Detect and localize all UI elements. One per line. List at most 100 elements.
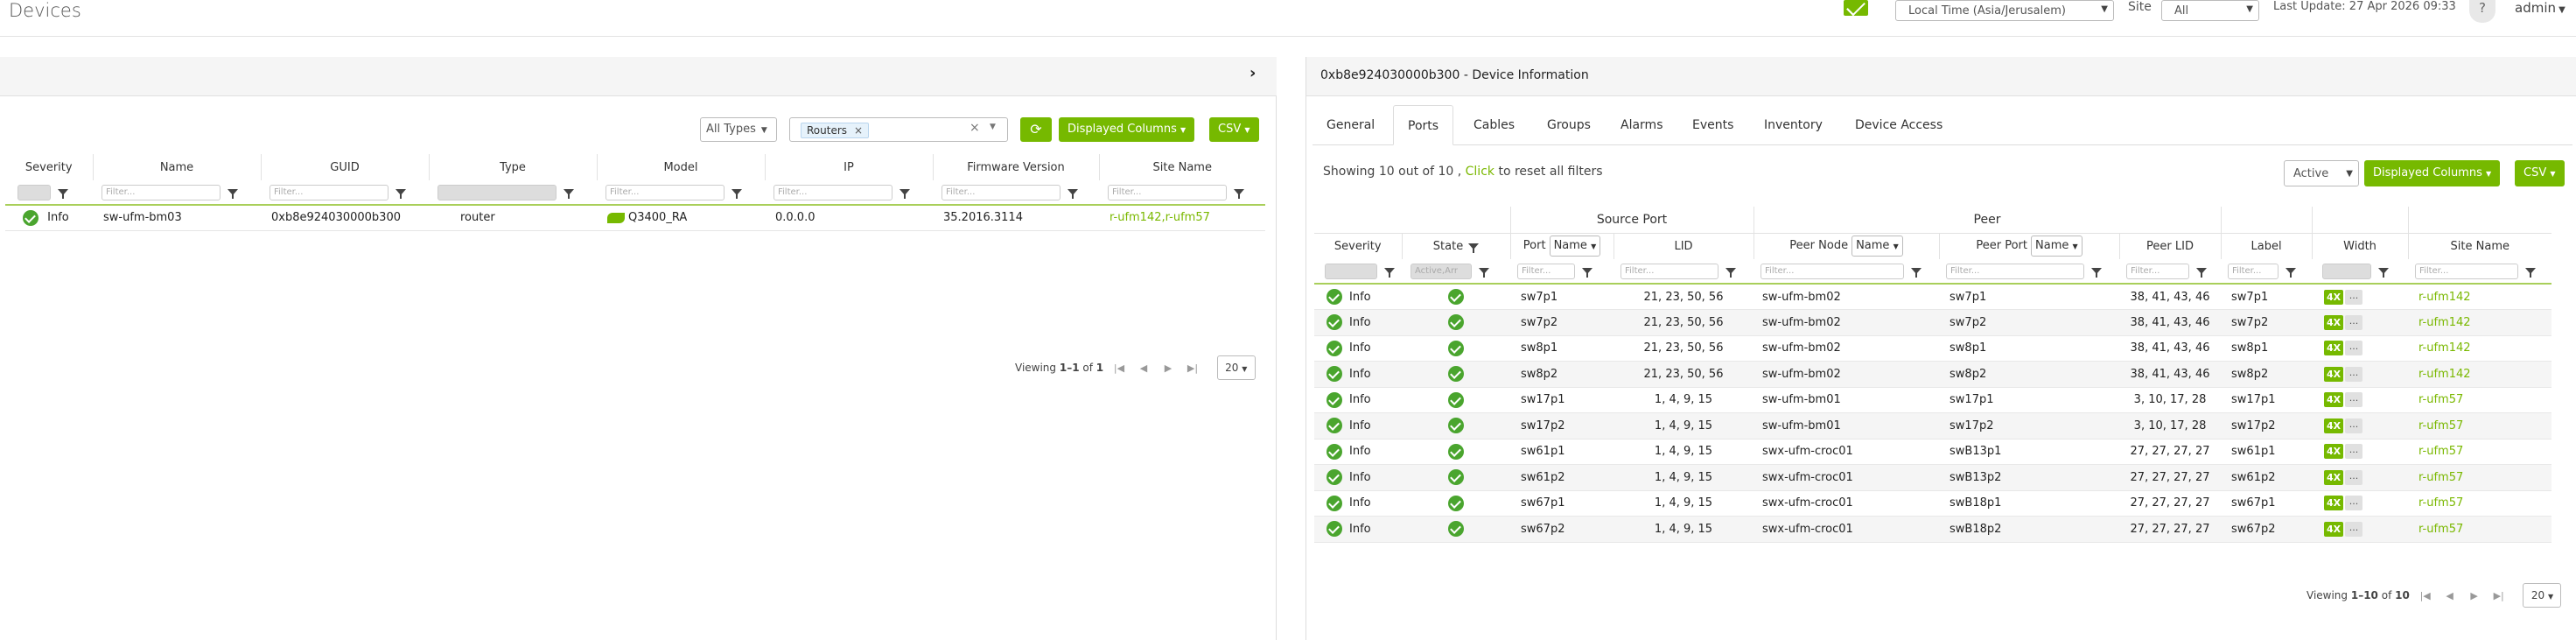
column-header[interactable]: IP xyxy=(765,154,934,180)
page-size-select[interactable]: 20 ▼ xyxy=(1216,355,1256,380)
filter-icon[interactable] xyxy=(564,189,574,199)
site-filter[interactable]: Filter... xyxy=(2415,263,2519,279)
displayed-columns-button[interactable]: Displayed Columns ▼ xyxy=(2364,160,2501,186)
mail-icon[interactable] xyxy=(1844,0,1868,16)
table-row[interactable]: Info sw-ufm-bm03 0xb8e924030000b300 rout… xyxy=(5,205,1265,230)
peer-node-name-select[interactable]: Name ▼ xyxy=(1852,236,1903,257)
page-size-select[interactable]: 20 ▼ xyxy=(2523,583,2562,608)
width-filter[interactable] xyxy=(2322,263,2372,279)
column-header[interactable]: GUID xyxy=(261,154,430,180)
table-row[interactable]: Info sw7p2 21, 23, 50, 56 sw-ufm-bm02 sw7p2 3… xyxy=(1314,309,2552,336)
peer-lid-filter[interactable]: Filter... xyxy=(2126,263,2190,279)
severity-filter[interactable] xyxy=(18,184,51,200)
column-header[interactable]: Severity xyxy=(5,154,94,180)
column-header[interactable]: Label xyxy=(2221,233,2313,259)
table-row[interactable]: Info sw67p2 1, 4, 9, 15 swx-ufm-croc01 swB18… xyxy=(1314,516,2552,543)
filter-icon[interactable] xyxy=(58,189,68,199)
firmware-filter[interactable]: Filter... xyxy=(942,184,1060,200)
model-filter[interactable]: Filter... xyxy=(606,184,724,200)
more-button[interactable]: ... xyxy=(2345,366,2363,382)
column-header[interactable]: Site Name xyxy=(2408,233,2552,259)
guid-filter[interactable]: Filter... xyxy=(270,184,388,200)
site-cell[interactable]: r-ufm142 xyxy=(2408,335,2552,362)
refresh-button[interactable]: ⟳ xyxy=(1020,117,1052,142)
column-header[interactable]: Peer Port Name ▼ xyxy=(1939,233,2120,259)
first-page-icon[interactable]: |◀ xyxy=(2413,590,2438,601)
peer-port-filter[interactable]: Filter... xyxy=(1946,263,2085,279)
displayed-columns-button[interactable]: Displayed Columns ▼ xyxy=(1059,117,1195,142)
next-page-icon[interactable]: ▶ xyxy=(2462,590,2487,601)
table-row[interactable]: Info sw8p2 21, 23, 50, 56 sw-ufm-bm02 sw8p2 3… xyxy=(1314,361,2552,388)
tab-cables[interactable]: Cables xyxy=(1460,105,1529,145)
state-filter[interactable]: Active,Arr xyxy=(1410,263,1472,279)
filter-icon[interactable] xyxy=(1582,268,1592,278)
table-row[interactable]: Info sw7p1 21, 23, 50, 56 sw-ufm-bm02 sw7p1 3… xyxy=(1314,284,2552,310)
tab-groups[interactable]: Groups xyxy=(1533,105,1605,145)
filter-icon[interactable] xyxy=(1726,268,1736,278)
site-cell[interactable]: r-ufm142 xyxy=(2408,284,2552,310)
next-page-icon[interactable]: ▶ xyxy=(1156,362,1180,374)
user-menu[interactable]: admin ▼ xyxy=(2515,0,2566,16)
site-cell[interactable]: r-ufm57 xyxy=(2408,387,2552,413)
more-button[interactable]: ... xyxy=(2345,341,2363,356)
csv-button[interactable]: CSV ▼ xyxy=(1209,117,1259,142)
tab-device-access[interactable]: Device Access xyxy=(1841,105,1956,145)
prev-page-icon[interactable]: ◀ xyxy=(2438,590,2462,601)
site-cell[interactable]: r-ufm142 xyxy=(2408,310,2552,336)
filter-icon[interactable] xyxy=(1384,268,1395,278)
active-filter-select[interactable]: Active ▼ xyxy=(2284,160,2359,186)
tab-ports[interactable]: Ports xyxy=(1393,105,1454,145)
column-header[interactable]: Name xyxy=(93,154,262,180)
tab-alarms[interactable]: Alarms xyxy=(1606,105,1677,145)
column-header[interactable]: Firmware Version xyxy=(933,154,1100,180)
column-header[interactable]: Port Name ▼ xyxy=(1510,233,1614,259)
label-filter[interactable]: Filter... xyxy=(2228,263,2279,279)
peer-node-filter[interactable]: Filter... xyxy=(1760,263,1905,279)
tab-events[interactable]: Events xyxy=(1678,105,1747,145)
table-row[interactable]: Info sw67p1 1, 4, 9, 15 swx-ufm-croc01 swB18… xyxy=(1314,490,2552,517)
column-header[interactable]: Peer Node Name ▼ xyxy=(1754,233,1940,259)
filter-icon[interactable] xyxy=(2286,268,2297,278)
table-row[interactable]: Info sw8p1 21, 23, 50, 56 sw-ufm-bm02 sw8p1 3… xyxy=(1314,335,2552,362)
clear-icon[interactable]: × xyxy=(970,121,980,135)
site-cell[interactable]: r-ufm57 xyxy=(2408,439,2552,465)
filter-icon[interactable] xyxy=(1911,268,1922,278)
more-button[interactable]: ... xyxy=(2345,392,2363,408)
last-page-icon[interactable]: ▶| xyxy=(1180,362,1205,374)
first-page-icon[interactable]: |◀ xyxy=(1107,362,1131,374)
chevron-right-icon[interactable]: › xyxy=(1250,64,1256,82)
more-button[interactable]: ... xyxy=(2345,444,2363,460)
reset-filters-link[interactable]: Click xyxy=(1466,165,1494,179)
table-row[interactable]: Info sw17p1 1, 4, 9, 15 sw-ufm-bm01 sw17p1 3,… xyxy=(1314,387,2552,413)
tab-inventory[interactable]: Inventory xyxy=(1750,105,1837,145)
filter-icon[interactable] xyxy=(2196,268,2208,278)
column-header[interactable]: Site Name xyxy=(1099,154,1265,180)
column-header[interactable]: LID xyxy=(1614,233,1754,259)
site-cell[interactable]: r-ufm57 xyxy=(2408,517,2552,543)
site-cell[interactable]: r-ufm57 xyxy=(2408,413,2552,440)
column-header[interactable]: Width xyxy=(2312,233,2409,259)
csv-button[interactable]: CSV ▼ xyxy=(2515,160,2565,186)
filter-icon[interactable] xyxy=(1068,189,1078,199)
more-button[interactable]: ... xyxy=(2345,314,2363,330)
filter-icon[interactable] xyxy=(2378,268,2390,278)
port-filter[interactable]: Filter... xyxy=(1517,263,1575,279)
column-header[interactable]: Severity xyxy=(1314,233,1403,259)
table-row[interactable]: Info sw61p1 1, 4, 9, 15 swx-ufm-croc01 swB13… xyxy=(1314,439,2552,465)
type-filter[interactable] xyxy=(438,184,556,200)
site-cell[interactable]: r-ufm142 xyxy=(2408,362,2552,388)
site-cell[interactable]: r-ufm57 xyxy=(2408,465,2552,491)
site-cell[interactable]: r-ufm57 xyxy=(2408,490,2552,517)
column-header[interactable]: Model xyxy=(597,154,766,180)
prev-page-icon[interactable]: ◀ xyxy=(1131,362,1156,374)
type-tag-input[interactable]: Routers × × ▼ xyxy=(789,117,1008,142)
site-filter[interactable]: Filter... xyxy=(1108,184,1227,200)
help-button[interactable]: ? xyxy=(2469,0,2496,23)
type-filter-select[interactable]: All Types ▼ xyxy=(700,117,777,142)
filter-icon[interactable] xyxy=(228,189,238,199)
ip-filter[interactable]: Filter... xyxy=(774,184,892,200)
filter-icon[interactable] xyxy=(396,189,406,199)
more-button[interactable]: ... xyxy=(2345,521,2363,537)
filter-icon[interactable] xyxy=(900,189,910,199)
port-name-select[interactable]: Name ▼ xyxy=(1549,236,1601,257)
